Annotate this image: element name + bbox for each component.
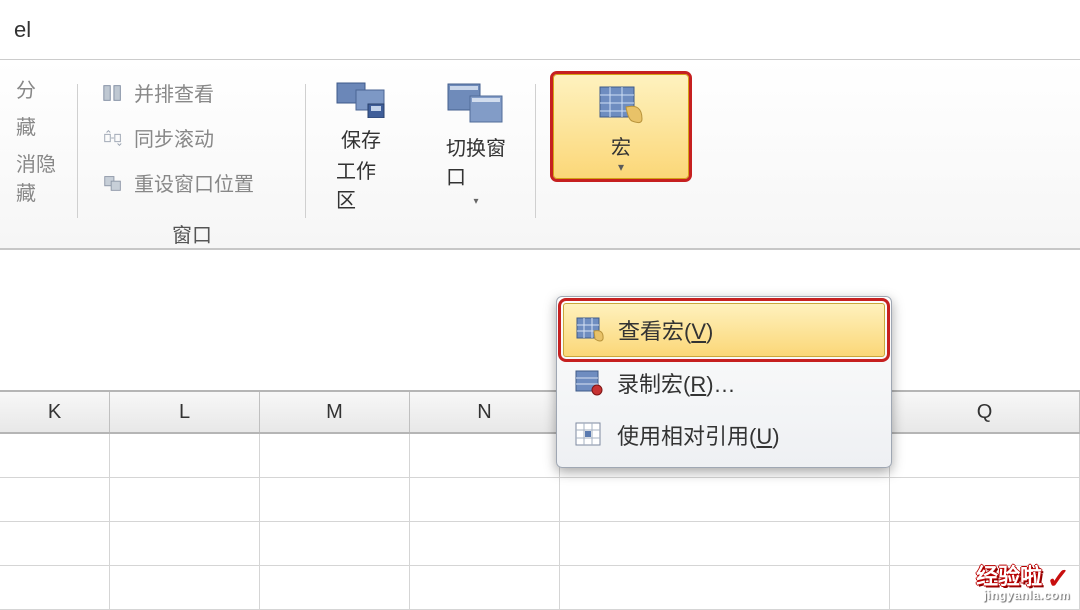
switch-windows-button[interactable]: 切换窗口 ▾ xyxy=(416,74,536,248)
watermark-text: 经验啦 xyxy=(976,564,1042,589)
title-bar: el xyxy=(0,0,1080,60)
macro-icon xyxy=(598,85,644,125)
cell[interactable] xyxy=(260,566,410,609)
column-header[interactable]: L xyxy=(110,392,260,432)
macro-dropdown-arrow-icon: ▾ xyxy=(618,160,624,174)
cell[interactable] xyxy=(110,478,260,521)
view-macros-icon xyxy=(576,317,604,343)
watermark: 经验啦 ✓ jingyanla.com xyxy=(976,561,1070,601)
dropdown-arrow-icon: ▾ xyxy=(473,196,478,207)
hide-label[interactable]: 藏 xyxy=(16,111,62,140)
column-header[interactable]: N xyxy=(410,392,560,432)
title-fragment: el xyxy=(14,17,31,43)
menu-relative-label: 使用相对引用(U) xyxy=(617,419,780,451)
cell[interactable] xyxy=(260,478,410,521)
cell[interactable] xyxy=(0,522,110,565)
side-by-side-icon xyxy=(102,82,124,104)
cell[interactable] xyxy=(410,522,560,565)
cell[interactable] xyxy=(560,566,890,609)
macro-button-container: 宏 ▾ xyxy=(536,74,706,248)
column-header[interactable]: M xyxy=(260,392,410,432)
cell[interactable] xyxy=(410,478,560,521)
switch-windows-label: 切换窗口 xyxy=(446,132,506,190)
group-label-window: 窗口 xyxy=(172,219,212,248)
side-by-side-label: 并排查看 xyxy=(134,78,214,107)
sync-scroll-icon xyxy=(102,127,124,149)
reset-pos-button[interactable]: 重设窗口位置 xyxy=(94,164,290,201)
cell[interactable] xyxy=(410,566,560,609)
ribbon-col-1: 分 藏 消隐藏 xyxy=(0,74,78,248)
save-workspace-l1: 保存 xyxy=(341,124,381,153)
cell[interactable] xyxy=(890,434,1080,477)
cell[interactable] xyxy=(0,478,110,521)
table-row xyxy=(0,478,1080,522)
cell[interactable] xyxy=(560,478,890,521)
split-label[interactable]: 分 xyxy=(16,74,62,103)
record-macro-icon xyxy=(575,370,603,396)
cell[interactable] xyxy=(260,434,410,477)
save-workspace-l2: 工作区 xyxy=(336,155,386,213)
save-workspace-button[interactable]: 保存 工作区 xyxy=(306,74,416,248)
cell[interactable] xyxy=(110,434,260,477)
cell[interactable] xyxy=(890,522,1080,565)
macro-button[interactable]: 宏 ▾ xyxy=(553,74,689,179)
relative-ref-icon xyxy=(575,422,603,448)
column-headers: KLMN Q xyxy=(0,390,1080,434)
cell[interactable] xyxy=(560,522,890,565)
reset-pos-icon xyxy=(102,172,124,194)
table-row xyxy=(0,434,1080,478)
cell[interactable] xyxy=(410,434,560,477)
unhide-label: 消隐藏 xyxy=(16,148,62,206)
cell[interactable] xyxy=(260,522,410,565)
cell[interactable] xyxy=(110,522,260,565)
switch-windows-icon xyxy=(446,82,506,126)
macro-label: 宏 xyxy=(611,131,631,160)
cell[interactable] xyxy=(890,478,1080,521)
cell[interactable] xyxy=(110,566,260,609)
macro-dropdown-menu: 查看宏(V) 录制宏(R)… 使用相对引用(U) xyxy=(556,296,892,468)
spreadsheet-grid: KLMN Q xyxy=(0,390,1080,607)
grid-body[interactable] xyxy=(0,434,1080,610)
menu-record-macro[interactable]: 录制宏(R)… xyxy=(563,357,885,409)
check-icon: ✓ xyxy=(1047,565,1070,593)
ribbon: 分 藏 消隐藏 并排查看 同步滚动 重设窗口位置 xyxy=(0,60,1080,250)
table-row xyxy=(0,522,1080,566)
column-header[interactable]: Q xyxy=(890,392,1080,432)
reset-pos-label: 重设窗口位置 xyxy=(134,168,254,197)
save-workspace-icon xyxy=(336,82,386,118)
cell[interactable] xyxy=(0,434,110,477)
menu-record-label: 录制宏(R)… xyxy=(617,367,736,399)
side-by-side-button[interactable]: 并排查看 xyxy=(94,74,290,111)
sync-scroll-label: 同步滚动 xyxy=(134,123,214,152)
sync-scroll-button[interactable]: 同步滚动 xyxy=(94,119,290,156)
menu-view-label: 查看宏(V) xyxy=(618,314,713,346)
menu-use-relative-refs[interactable]: 使用相对引用(U) xyxy=(563,409,885,461)
menu-view-macros[interactable]: 查看宏(V) xyxy=(563,303,885,357)
cell[interactable] xyxy=(0,566,110,609)
table-row xyxy=(0,566,1080,610)
group-window: 并排查看 同步滚动 重设窗口位置 窗口 xyxy=(78,74,306,248)
column-header[interactable]: K xyxy=(0,392,110,432)
